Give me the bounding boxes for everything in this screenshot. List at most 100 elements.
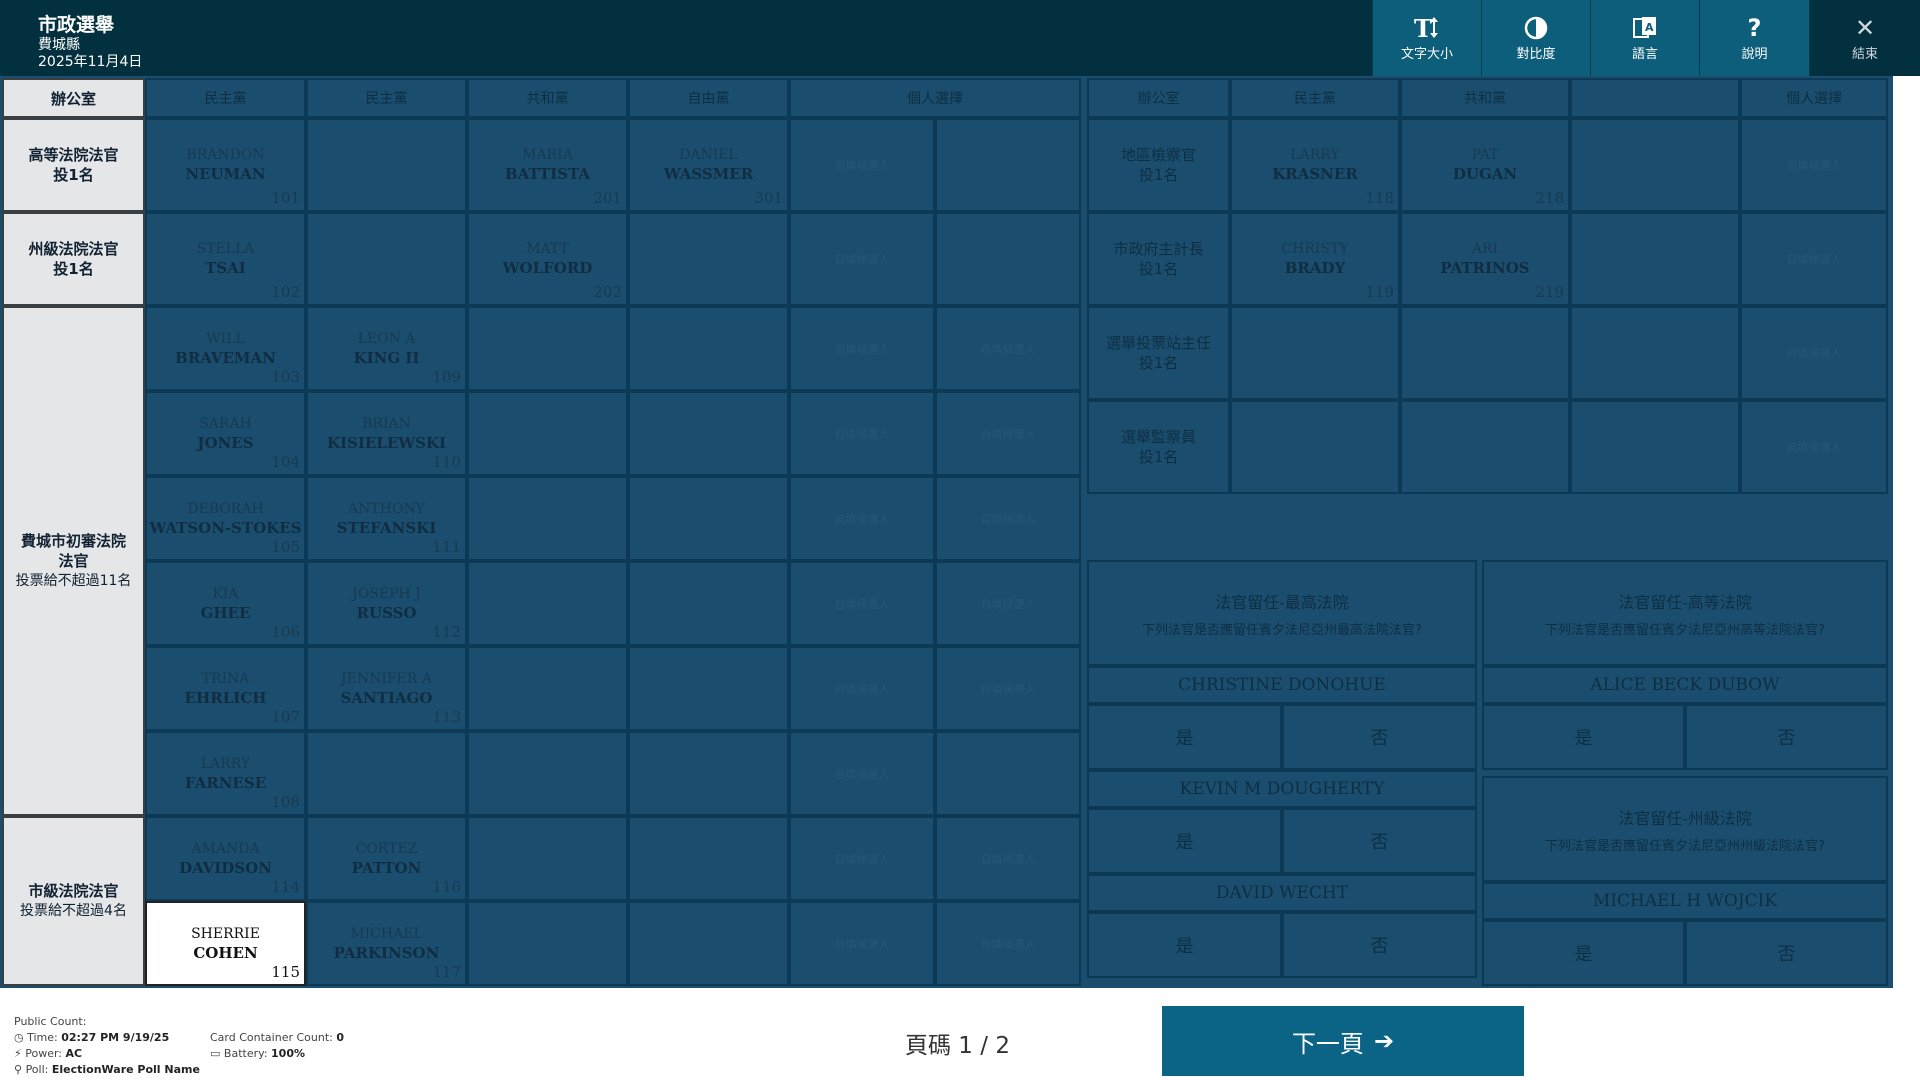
empty-cell bbox=[467, 731, 628, 816]
candidate-cell[interactable]: MARIA BATTISTA 201 bbox=[467, 118, 628, 212]
candidate-cell[interactable]: MICHAEL PARKINSON 117 bbox=[306, 901, 467, 986]
write-in-cell[interactable]: 自填候選人 bbox=[1740, 306, 1888, 400]
empty-cell bbox=[935, 212, 1081, 306]
candidate-number: 105 bbox=[271, 538, 300, 556]
candidate-last-name: BATTISTA bbox=[504, 165, 591, 183]
retention-description: 下列法官是否應留任賓夕法尼亞州最高法院法官? bbox=[1142, 622, 1422, 638]
retention-no-button[interactable]: 否 bbox=[1685, 920, 1888, 986]
write-in-cell[interactable]: 自填候選人 bbox=[789, 391, 935, 476]
retention-yes-button[interactable]: 是 bbox=[1087, 704, 1282, 770]
candidate-cell[interactable]: STELLA TSAI 102 bbox=[145, 212, 306, 306]
candidate-cell[interactable]: CORTEZ PATTON 116 bbox=[306, 816, 467, 901]
candidate-cell[interactable]: LARRY KRASNER 118 bbox=[1230, 118, 1400, 212]
candidate-cell[interactable]: BRIAN KISIELEWSKI 110 bbox=[306, 391, 467, 476]
contrast-button[interactable]: 對比度 bbox=[1481, 0, 1590, 76]
candidate-cell[interactable]: PAT DUGAN 218 bbox=[1400, 118, 1570, 212]
candidate-cell[interactable]: SHERRIE COHEN 115 bbox=[145, 901, 306, 986]
right-party-header-republican: 共和黨 bbox=[1400, 78, 1570, 118]
candidate-number: 109 bbox=[432, 368, 461, 386]
candidate-first-name: ANTHONY bbox=[348, 500, 425, 517]
write-in-cell[interactable]: 自填候選人 bbox=[789, 118, 935, 212]
empty-cell bbox=[628, 561, 789, 646]
retention-no-button[interactable]: 否 bbox=[1282, 912, 1477, 978]
candidate-number: 103 bbox=[271, 368, 300, 386]
retention-yes-button[interactable]: 是 bbox=[1087, 808, 1282, 874]
candidate-cell[interactable]: TRINA EHRLICH 107 bbox=[145, 646, 306, 731]
candidate-cell[interactable]: JOSEPH J RUSSO 112 bbox=[306, 561, 467, 646]
write-in-cell[interactable]: 自填候選人 bbox=[935, 476, 1081, 561]
help-button[interactable]: ? 說明 bbox=[1699, 0, 1809, 76]
candidate-last-name: PATTON bbox=[351, 858, 422, 877]
write-in-cell[interactable]: 自填候選人 bbox=[1740, 118, 1888, 212]
candidate-cell[interactable]: DANIEL WASSMER 301 bbox=[628, 118, 789, 212]
next-page-button[interactable]: 下一頁 ➔ bbox=[1162, 1006, 1524, 1076]
write-in-cell[interactable]: 自填候選人 bbox=[789, 561, 935, 646]
close-icon: ✕ bbox=[1854, 13, 1876, 42]
public-count-label: Public Count: bbox=[14, 1015, 87, 1028]
write-in-cell[interactable]: 自填候選人 bbox=[935, 646, 1081, 731]
candidate-cell[interactable]: KIA GHEE 106 bbox=[145, 561, 306, 646]
candidate-number: 118 bbox=[1365, 189, 1394, 207]
write-in-cell[interactable]: 自填候選人 bbox=[789, 306, 935, 391]
party-header-democratic: 民主黨 bbox=[145, 78, 306, 118]
write-in-cell[interactable]: 自填候選人 bbox=[935, 561, 1081, 646]
write-in-cell[interactable]: 自填候選人 bbox=[789, 731, 935, 816]
candidate-first-name: SHERRIE bbox=[191, 925, 260, 942]
candidate-number: 111 bbox=[432, 538, 461, 556]
party-header-democratic-2: 民主黨 bbox=[306, 78, 467, 118]
write-in-cell[interactable]: 自填候選人 bbox=[1740, 212, 1888, 306]
text-size-button[interactable]: T 文字大小 bbox=[1372, 0, 1481, 76]
language-button[interactable]: A 語言 bbox=[1590, 0, 1699, 76]
candidate-cell[interactable]: WILL BRAVEMAN 103 bbox=[145, 306, 306, 391]
candidate-cell[interactable]: LEON A KING II 109 bbox=[306, 306, 467, 391]
write-in-cell[interactable]: 自填候選人 bbox=[935, 391, 1081, 476]
poll-label: Poll: bbox=[25, 1063, 49, 1076]
candidate-last-name: PATRINOS bbox=[1440, 259, 1530, 277]
candidate-number: 106 bbox=[271, 623, 300, 641]
candidate-cell[interactable]: BRANDON NEUMAN 101 bbox=[145, 118, 306, 212]
candidate-first-name: KIA bbox=[212, 585, 239, 602]
write-in-cell[interactable]: 自填候選人 bbox=[789, 212, 935, 306]
office-name: 費城市初審法院 法官 bbox=[20, 532, 126, 570]
candidate-first-name: DANIEL bbox=[679, 147, 738, 163]
candidate-last-name: WASSMER bbox=[663, 165, 754, 183]
retention-no-button[interactable]: 否 bbox=[1282, 808, 1477, 874]
candidate-cell[interactable]: LARRY FARNESE 108 bbox=[145, 731, 306, 816]
write-in-cell[interactable]: 自填候選人 bbox=[935, 816, 1081, 901]
office-instruction: 投票給不超過11名 bbox=[15, 573, 132, 589]
write-in-cell[interactable]: 自填候選人 bbox=[1740, 400, 1888, 494]
candidate-cell[interactable]: ANTHONY STEFANSKI 111 bbox=[306, 476, 467, 561]
retention-no-button[interactable]: 否 bbox=[1282, 704, 1477, 770]
empty-cell bbox=[467, 646, 628, 731]
candidate-first-name: PAT bbox=[1471, 147, 1499, 163]
candidate-cell[interactable]: MATT WOLFORD 202 bbox=[467, 212, 628, 306]
candidate-cell[interactable]: JENNIFER A SANTIAGO 113 bbox=[306, 646, 467, 731]
write-in-cell[interactable]: 自填候選人 bbox=[935, 901, 1081, 986]
empty-cell bbox=[628, 212, 789, 306]
battery-status: ▭ Battery: 100% bbox=[210, 1047, 305, 1060]
candidate-cell[interactable]: CHRISTY BRADY 119 bbox=[1230, 212, 1400, 306]
retention-yes-button[interactable]: 是 bbox=[1087, 912, 1282, 978]
empty-cell bbox=[1400, 306, 1570, 400]
write-in-cell[interactable]: 自填候選人 bbox=[789, 901, 935, 986]
candidate-number: 104 bbox=[271, 453, 300, 471]
write-in-cell[interactable]: 自填候選人 bbox=[935, 306, 1081, 391]
office-instruction: 投1名 bbox=[1138, 354, 1179, 372]
retention-no-button[interactable]: 否 bbox=[1685, 704, 1888, 770]
candidate-last-name: WATSON-STOKES bbox=[149, 518, 302, 537]
retention-yes-button[interactable]: 是 bbox=[1482, 704, 1685, 770]
retention-title: 法官留任-州級法院 bbox=[1618, 808, 1752, 828]
empty-cell bbox=[467, 561, 628, 646]
candidate-cell[interactable]: SARAH JONES 104 bbox=[145, 391, 306, 476]
candidate-cell[interactable]: ARI PATRINOS 219 bbox=[1400, 212, 1570, 306]
office-name: 州級法院法官 bbox=[28, 240, 119, 258]
empty-cell bbox=[1570, 400, 1740, 494]
write-in-cell[interactable]: 自填候選人 bbox=[789, 476, 935, 561]
candidate-cell[interactable]: DEBORAH WATSON-STOKES 105 bbox=[145, 476, 306, 561]
candidate-last-name: RUSSO bbox=[356, 603, 417, 622]
candidate-cell[interactable]: AMANDA DAVIDSON 114 bbox=[145, 816, 306, 901]
write-in-cell[interactable]: 自填候選人 bbox=[789, 816, 935, 901]
exit-button[interactable]: ✕ 結束 bbox=[1809, 0, 1920, 76]
retention-yes-button[interactable]: 是 bbox=[1482, 920, 1685, 986]
write-in-cell[interactable]: 自填候選人 bbox=[789, 646, 935, 731]
